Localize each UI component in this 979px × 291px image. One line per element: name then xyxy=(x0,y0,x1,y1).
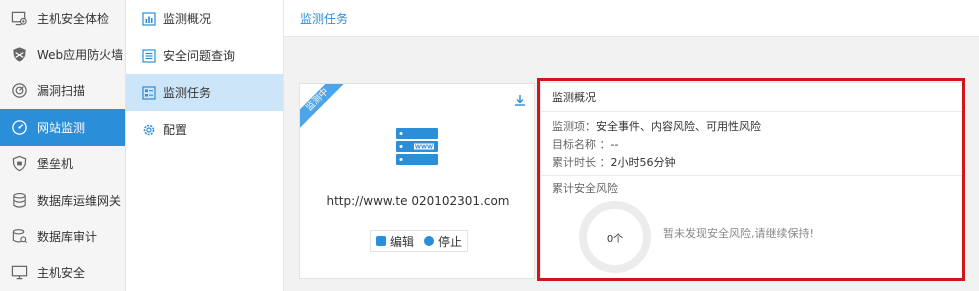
nav-item-host-check[interactable]: 主机安全体检 xyxy=(0,0,125,36)
site-monitor-icon xyxy=(10,118,28,136)
host-security-icon xyxy=(10,264,28,282)
target-name-row: 目标名称 ： -- xyxy=(552,136,951,154)
monitor-items-row: 监测项： 安全事件、内容风险、可用性风险 xyxy=(552,118,951,136)
nav-item-label: 堡垒机 xyxy=(37,157,74,172)
overview-info: 监测项： 安全事件、内容风险、可用性风险 目标名称 ： -- 累计时长 ： 2小… xyxy=(541,112,962,172)
nav-item-site-monitor[interactable]: 网站监测 xyxy=(0,109,125,146)
risk-count-ring: 0个 xyxy=(579,201,651,273)
waf-shield-icon xyxy=(10,46,28,64)
db-audit-icon xyxy=(10,228,28,246)
edit-button[interactable]: 编辑 xyxy=(371,231,419,251)
nav-item-host-security[interactable]: 主机安全 xyxy=(0,255,125,291)
download-icon[interactable] xyxy=(514,94,526,106)
nav-item-db-gateway[interactable]: 数据库运维网关 xyxy=(0,182,125,218)
target-name-value: -- xyxy=(610,138,619,151)
nav-item-label: 数据库运维网关 xyxy=(37,193,122,208)
divider xyxy=(541,175,962,176)
subnav-item-config[interactable]: 配置 xyxy=(126,111,283,148)
risk-title: 累计安全风险 xyxy=(552,182,618,195)
subnav-item-label: 配置 xyxy=(163,123,188,137)
sub-nav: 监测概况 安全问题查询 监测任务 配置 xyxy=(126,0,284,291)
host-check-icon xyxy=(10,9,28,27)
db-gateway-icon xyxy=(10,191,28,209)
nav-item-label: 主机安全 xyxy=(37,266,86,281)
nav-item-bastion[interactable]: 堡垒机 xyxy=(0,146,125,182)
config-icon xyxy=(142,123,156,137)
risk-count: 0个 xyxy=(606,233,624,245)
nav-item-waf[interactable]: Web应用防火墙 xyxy=(0,36,125,72)
overview-panel-title: 监测概况 xyxy=(541,83,962,112)
stop-button[interactable]: 停止 xyxy=(419,231,467,251)
overview-icon xyxy=(142,11,156,26)
stop-label: 停止 xyxy=(438,234,463,249)
page-title: 监测任务 xyxy=(300,11,349,26)
task-icon xyxy=(142,85,156,100)
nav-item-vuln-scan[interactable]: 漏洞扫描 xyxy=(0,73,125,109)
nav-item-label: 网站监测 xyxy=(37,120,86,135)
subnav-item-label: 监测概况 xyxy=(163,12,212,26)
duration-row: 累计时长 ： 2小时56分钟 xyxy=(552,154,951,172)
overview-panel: 监测概况 监测项： 安全事件、内容风险、可用性风险 目标名称 ： -- 累计时长… xyxy=(540,82,963,281)
monitor-items-value: 安全事件、内容风险、可用性风险 xyxy=(596,120,761,133)
vuln-scan-icon xyxy=(10,82,28,100)
monitor-items-key: 监测项： xyxy=(552,120,596,133)
duration-key: 累计时长 ： xyxy=(552,156,611,169)
edit-label: 编辑 xyxy=(390,234,415,249)
status-ribbon-label: 监测中 xyxy=(300,84,348,132)
edit-icon xyxy=(376,236,386,246)
no-risk-message: 暂未发现安全风险,请继续保持! xyxy=(663,227,814,240)
bastion-icon xyxy=(10,155,28,173)
subnav-item-query[interactable]: 安全问题查询 xyxy=(126,37,283,74)
subnav-item-label: 监测任务 xyxy=(163,86,212,100)
nav-item-label: 漏洞扫描 xyxy=(37,84,86,99)
target-name-key: 目标名称 ： xyxy=(552,138,611,151)
stop-icon xyxy=(424,236,435,246)
subnav-item-overview[interactable]: 监测概况 xyxy=(126,0,283,37)
subnav-item-task[interactable]: 监测任务 xyxy=(126,74,283,111)
status-ribbon: 监测中 xyxy=(300,84,348,132)
duration-value: 2小时56分钟 xyxy=(610,156,676,169)
target-url: http://www.te 020102301.com xyxy=(326,194,510,208)
card-actions: 编辑 停止 xyxy=(370,230,469,252)
nav-item-label: 主机安全体检 xyxy=(37,11,110,26)
web-server-icon: WWW xyxy=(396,128,438,168)
svg-text:WWW: WWW xyxy=(415,145,433,151)
nav-item-label: 数据库审计 xyxy=(37,230,98,245)
main-nav: 主机安全体检 Web应用防火墙 漏洞扫描 网站监测 堡垒机 数据库运维网关 数据… xyxy=(0,0,126,291)
subnav-item-label: 安全问题查询 xyxy=(163,49,236,63)
nav-item-label: Web应用防火墙 xyxy=(37,48,124,63)
top-bar: 监测任务 xyxy=(284,0,979,37)
task-card[interactable]: 监测中 WWW http://www.te 020102301.com 编辑 停… xyxy=(299,83,535,279)
nav-item-db-audit[interactable]: 数据库审计 xyxy=(0,218,125,254)
query-list-icon xyxy=(142,48,156,63)
